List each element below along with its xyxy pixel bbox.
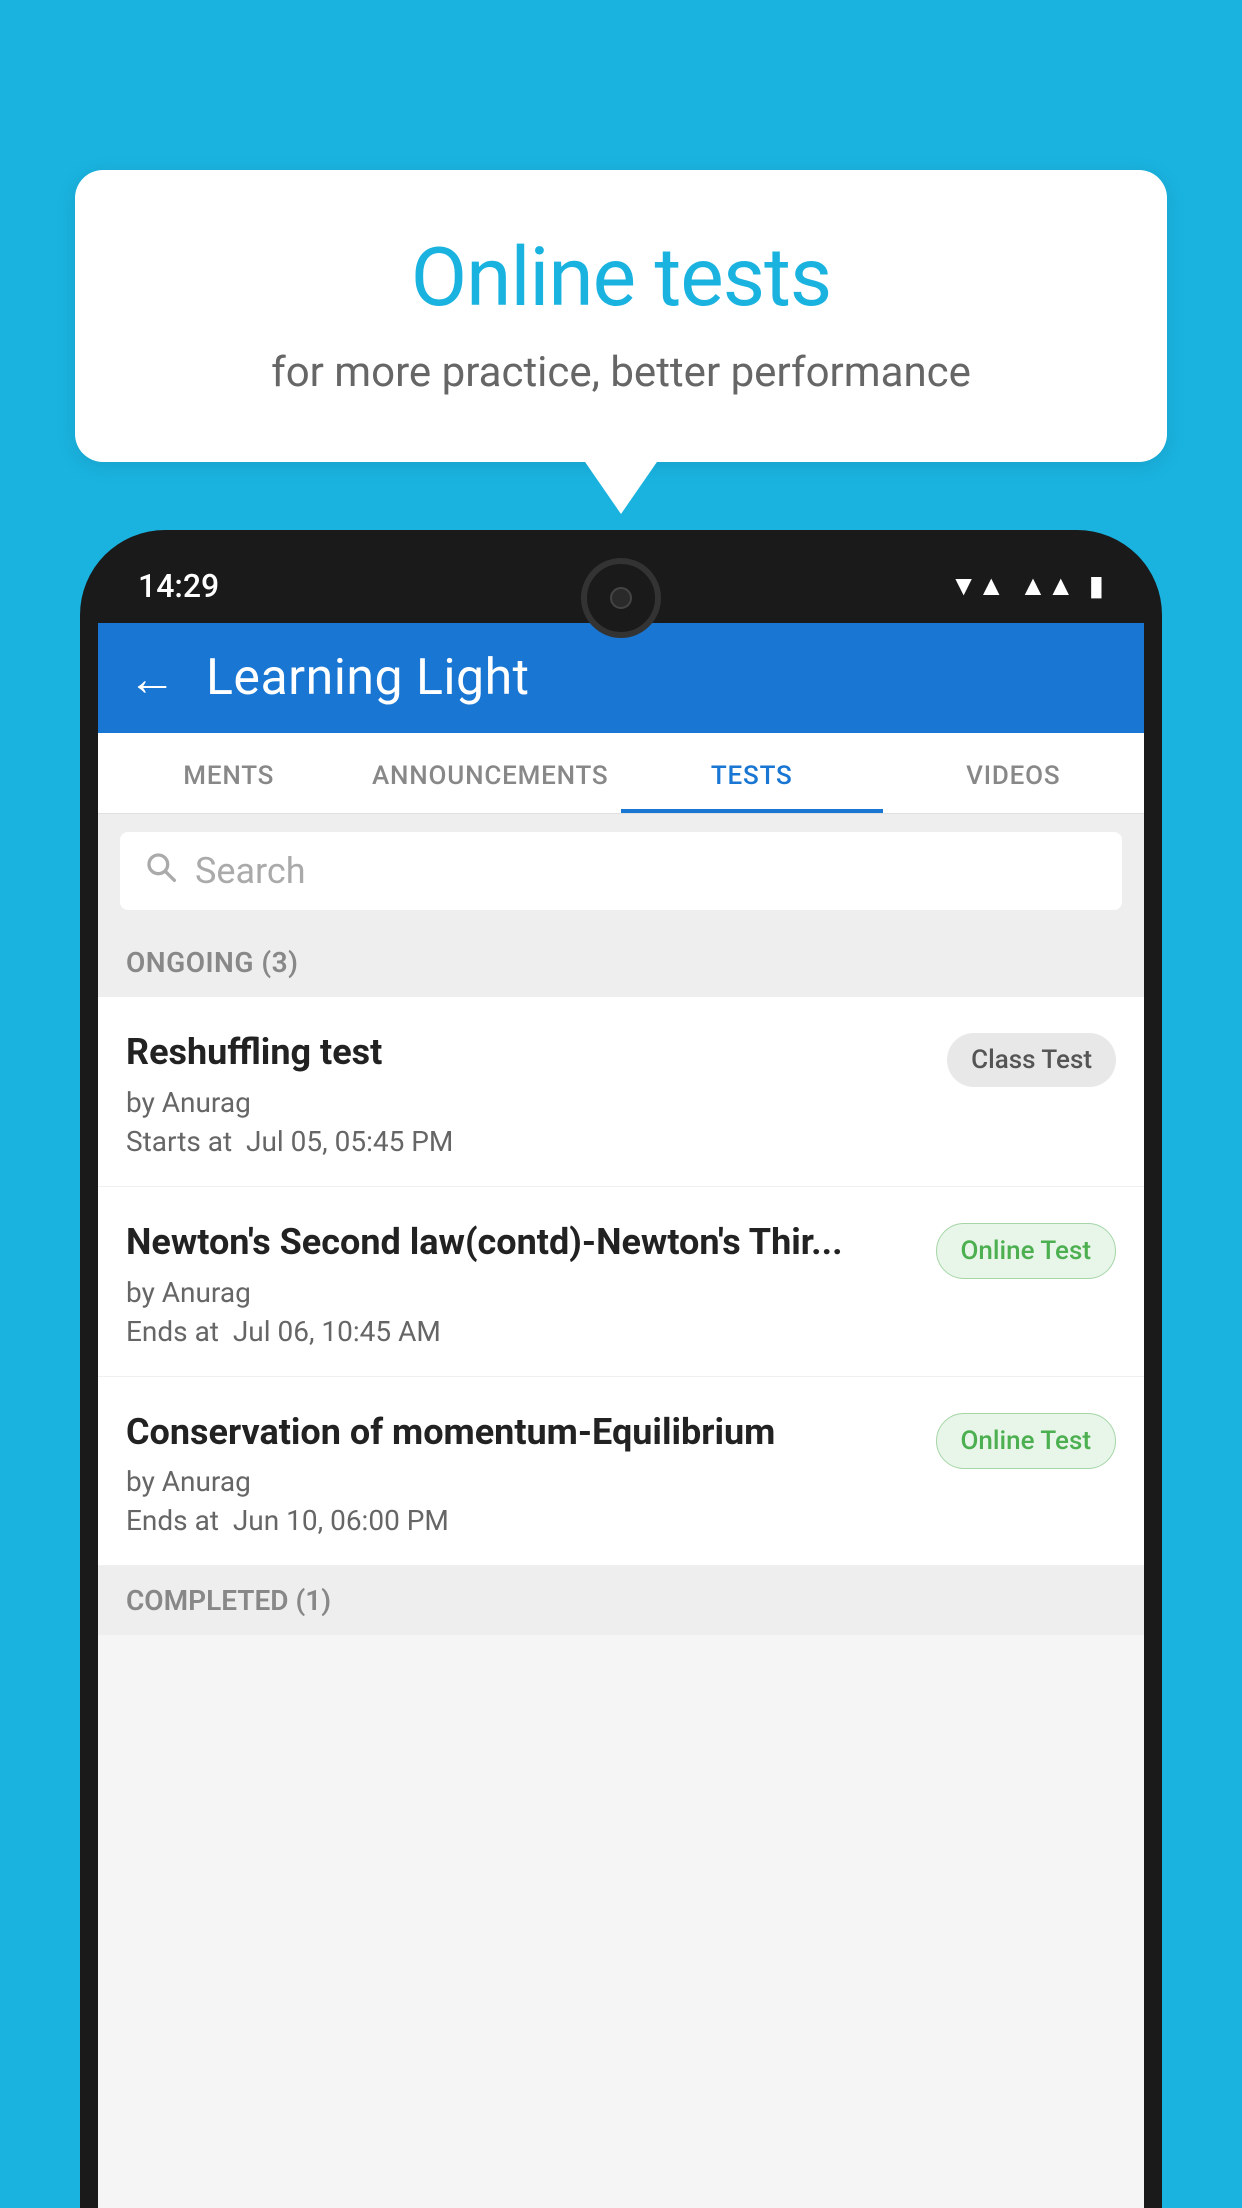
test-badge-class: Class Test	[947, 1033, 1116, 1087]
speech-bubble-subtitle: for more practice, better performance	[145, 348, 1097, 397]
test-info: Conservation of momentum-Equilibrium by …	[126, 1409, 916, 1538]
test-name: Newton's Second law(contd)-Newton's Thir…	[126, 1219, 916, 1266]
app-title: Learning Light	[206, 649, 530, 707]
ongoing-section-header: ONGOING (3)	[98, 928, 1144, 997]
test-author: by Anurag	[126, 1086, 927, 1119]
tabs-container: MENTS ANNOUNCEMENTS TESTS VIDEOS	[98, 733, 1144, 814]
test-info: Reshuffling test by Anurag Starts at Jul…	[126, 1029, 927, 1158]
test-item[interactable]: Reshuffling test by Anurag Starts at Jul…	[98, 997, 1144, 1187]
status-bar: 14:29 ▼▲ ▲▲ ▮	[98, 548, 1144, 623]
test-badge-online: Online Test	[936, 1223, 1117, 1279]
test-date: Ends at Jun 10, 06:00 PM	[126, 1504, 916, 1537]
test-list: Reshuffling test by Anurag Starts at Jul…	[98, 997, 1144, 1566]
battery-icon: ▮	[1089, 569, 1104, 602]
test-badge-online: Online Test	[936, 1413, 1117, 1469]
phone-notch	[581, 558, 661, 638]
time-display: 14:29	[138, 567, 219, 605]
signal-icon: ▲▲	[1019, 569, 1074, 602]
phone-frame: 14:29 ▼▲ ▲▲ ▮ ← Learning Light MENTS ANN…	[80, 530, 1162, 2208]
test-date: Starts at Jul 05, 05:45 PM	[126, 1125, 927, 1158]
tab-videos[interactable]: VIDEOS	[883, 733, 1145, 813]
tab-ments[interactable]: MENTS	[98, 733, 360, 813]
back-button[interactable]: ←	[128, 650, 176, 707]
test-author: by Anurag	[126, 1465, 916, 1498]
completed-section-header: COMPLETED (1)	[98, 1566, 1144, 1635]
search-bar[interactable]: Search	[120, 832, 1122, 910]
camera	[610, 587, 632, 609]
wifi-icon: ▼▲	[950, 569, 1005, 602]
status-icons: ▼▲ ▲▲ ▮	[950, 569, 1104, 602]
phone-screen: ← Learning Light MENTS ANNOUNCEMENTS TES…	[98, 623, 1144, 2208]
test-name: Reshuffling test	[126, 1029, 927, 1076]
search-icon	[145, 850, 177, 892]
test-author: by Anurag	[126, 1276, 916, 1309]
search-container: Search	[98, 814, 1144, 928]
search-placeholder: Search	[195, 850, 306, 892]
test-item[interactable]: Newton's Second law(contd)-Newton's Thir…	[98, 1187, 1144, 1377]
speech-bubble: Online tests for more practice, better p…	[75, 170, 1167, 462]
tab-announcements[interactable]: ANNOUNCEMENTS	[360, 733, 622, 813]
tab-tests[interactable]: TESTS	[621, 733, 883, 813]
test-name: Conservation of momentum-Equilibrium	[126, 1409, 916, 1456]
test-date: Ends at Jul 06, 10:45 AM	[126, 1315, 916, 1348]
test-info: Newton's Second law(contd)-Newton's Thir…	[126, 1219, 916, 1348]
speech-bubble-container: Online tests for more practice, better p…	[75, 170, 1167, 462]
test-item[interactable]: Conservation of momentum-Equilibrium by …	[98, 1377, 1144, 1567]
app-header: ← Learning Light	[98, 623, 1144, 733]
completed-title: COMPLETED (1)	[126, 1584, 331, 1617]
speech-bubble-title: Online tests	[145, 230, 1097, 326]
ongoing-title: ONGOING (3)	[126, 946, 298, 979]
